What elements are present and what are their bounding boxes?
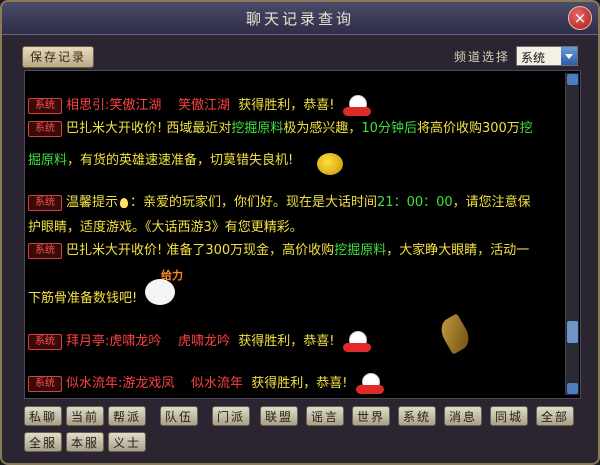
message-item: 挖 <box>519 121 533 136</box>
chat-message-continued: 下筋骨准备数钱吧! <box>28 286 137 312</box>
message-speaker: 温馨提示 <box>66 195 119 210</box>
message-team: 笑傲江湖 <box>109 98 162 113</box>
message-text: 护眼睛，适度游戏。《大话西游3》有您更精彩。 <box>28 220 303 235</box>
message-item: 挖掘原料 <box>334 243 387 258</box>
message-text: ，大家睁大眼睛，活动一 <box>386 243 530 258</box>
chat-history-window: 聊天记录查询 × 保存记录 频道选择 系统 系统 相思引:笑傲江湖 笑傲江湖 获得… <box>0 0 600 465</box>
message-text: 极为感兴趣， <box>283 121 362 136</box>
tab-this-server[interactable]: 本服 <box>66 432 104 452</box>
channel-select-value: 系统 <box>521 51 546 65</box>
system-tag: 系统 <box>28 194 62 211</box>
close-button[interactable]: × <box>568 6 592 30</box>
geili-sticker-icon: 给力 <box>143 267 191 309</box>
message-speaker: 相思引 <box>66 98 106 113</box>
tab-message[interactable]: 消息 <box>444 406 482 426</box>
scroll-up-icon[interactable] <box>567 74 578 85</box>
tab-rumor[interactable]: 谣言 <box>306 406 344 426</box>
message-item: 掘原料 <box>28 153 68 168</box>
message-text: 大开收价! 准备了300万现金，高价收购 <box>105 243 335 258</box>
message-team: 虎啸龙吟 <box>177 334 230 349</box>
message-team: 笑傲江湖 <box>177 98 230 113</box>
window-title: 聊天记录查询 <box>245 10 354 28</box>
message-speaker: 似水流年 <box>66 376 119 391</box>
message-speaker: 拜月亭 <box>66 334 106 349</box>
tab-team[interactable]: 队伍 <box>160 406 198 426</box>
system-tag: 系统 <box>28 120 62 137</box>
message-text: 获得胜利，恭喜! <box>238 98 335 113</box>
chat-message: 系统 巴扎米大开收价! 准备了300万现金，高价收购挖掘原料，大家睁大眼睛，活动一 <box>28 238 529 264</box>
tab-sect[interactable]: 门派 <box>212 406 250 426</box>
chevron-down-icon[interactable] <box>561 47 577 65</box>
tab-private[interactable]: 私聊 <box>24 406 62 426</box>
message-text: ，有货的英雄速速准备，切莫错失良机! <box>67 153 294 168</box>
channel-select-label: 频道选择 <box>454 50 511 64</box>
tab-guild[interactable]: 帮派 <box>108 406 146 426</box>
tab-alliance[interactable]: 联盟 <box>260 406 298 426</box>
bunny-emoticon-icon <box>342 94 371 117</box>
chat-message: 系统 温馨提示 ：亲爱的玩家们，你们好。现在是大话时间21：00：00，请您注意保 <box>28 190 531 216</box>
scroll-down-icon[interactable] <box>567 383 578 394</box>
message-team: 游龙戏凤 <box>122 376 175 391</box>
message-text: ，请您注意保 <box>452 195 531 210</box>
chat-message: 系统 拜月亭:虎啸龙吟 虎啸龙吟 获得胜利，恭喜! <box>28 329 371 355</box>
chat-log[interactable]: 系统 相思引:笑傲江湖 笑傲江湖 获得胜利，恭喜! 系统 巴扎米大开收价! 西域最近… <box>24 70 581 399</box>
lightbulb-icon <box>120 197 129 208</box>
chat-message: 系统 似水流年:游龙戏凤 似水流年 获得胜利，恭喜! <box>28 371 384 397</box>
chat-message: 系统 巴扎米大开收价! 西域最近对挖掘原料极为感兴趣，10分钟后将高价收购300万… <box>28 116 533 142</box>
tab-world[interactable]: 世界 <box>352 406 390 426</box>
chat-message-continued: 掘原料，有货的英雄速速准备，切莫错失良机! <box>28 148 293 174</box>
tab-system[interactable]: 系统 <box>398 406 436 426</box>
channel-select[interactable]: 系统 <box>516 46 578 66</box>
tab-hero[interactable]: 义士 <box>108 432 146 452</box>
title-bar: 聊天记录查询 × <box>2 2 598 35</box>
system-tag: 系统 <box>28 333 62 350</box>
message-team: 似水流年 <box>190 376 243 391</box>
message-text: 获得胜利，恭喜! <box>251 376 348 391</box>
tab-current[interactable]: 当前 <box>66 406 104 426</box>
bunny-emoticon-icon <box>355 372 384 395</box>
smiley-emoticon-icon <box>317 153 343 175</box>
system-tag: 系统 <box>28 97 62 114</box>
bunny-emoticon-icon <box>342 330 371 353</box>
message-time: 10分钟后 <box>361 121 417 136</box>
message-text: 获得胜利，恭喜! <box>238 334 335 349</box>
tab-all[interactable]: 全部 <box>536 406 574 426</box>
save-record-button[interactable]: 保存记录 <box>22 46 94 68</box>
message-text: 大开收价! 西域最近对 <box>105 121 232 136</box>
message-speaker: 巴扎米 <box>66 243 106 258</box>
scrollbar-thumb[interactable] <box>567 321 578 343</box>
tab-same-city[interactable]: 同城 <box>490 406 528 426</box>
message-team: 虎啸龙吟 <box>109 334 162 349</box>
message-item: 挖掘原料 <box>231 121 284 136</box>
system-tag: 系统 <box>28 375 62 392</box>
message-text: 将高价收购300万 <box>416 121 520 136</box>
message-speaker: 巴扎米 <box>66 121 106 136</box>
chat-scrollbar[interactable] <box>565 73 579 395</box>
message-time: 21：00：00 <box>377 195 453 210</box>
tab-all-servers[interactable]: 全服 <box>24 432 62 452</box>
message-text: 下筋骨准备数钱吧! <box>28 291 138 306</box>
feather-icon <box>436 313 474 355</box>
system-tag: 系统 <box>28 242 62 259</box>
message-text: ：亲爱的玩家们，你们好。现在是大话时间 <box>130 195 378 210</box>
